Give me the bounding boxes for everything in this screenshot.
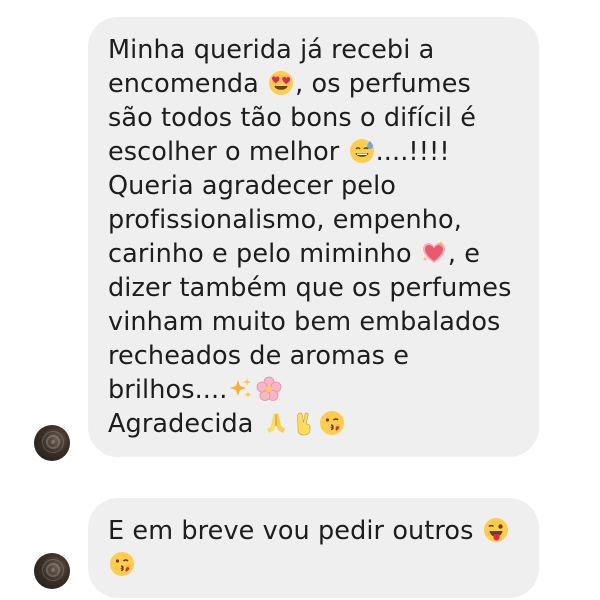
sender-avatar-2[interactable] xyxy=(34,553,70,589)
kissing-wink-emoji xyxy=(319,410,345,436)
message-line xyxy=(108,548,517,582)
message-text: brilhos.... xyxy=(108,375,228,405)
message-line: dizer também que os perfumes xyxy=(108,271,517,305)
message-bubble-1[interactable]: Minha querida já recebi a encomenda , os … xyxy=(88,17,539,457)
folded-hands-emoji xyxy=(263,410,289,436)
message-line: Minha querida já recebi a xyxy=(108,33,517,67)
message-text: , e xyxy=(447,239,481,269)
message-line: escolher o melhor ....!!!! xyxy=(108,135,517,169)
sparkles-emoji xyxy=(228,376,254,402)
message-text: vinham muito bem embalados xyxy=(108,307,501,337)
message-text: carinho e pelo miminho xyxy=(108,239,420,269)
message-line: vinham muito bem embalados xyxy=(108,305,517,339)
message-line: encomenda , os perfumes xyxy=(108,67,517,101)
heart-eyes-emoji xyxy=(268,70,294,96)
message-text: recheados de aromas e xyxy=(108,341,410,371)
message-text: ....!!!! xyxy=(375,137,450,167)
winking-tongue-emoji xyxy=(483,517,509,543)
cherry-blossom-emoji xyxy=(256,376,282,402)
message-text: profissionalismo, empenho, xyxy=(108,205,462,235)
message-text: escolher o melhor xyxy=(108,137,348,167)
message-line: Queria agradecer pelo xyxy=(108,169,517,203)
sender-avatar-1[interactable] xyxy=(34,425,70,461)
message-thread: Minha querida já recebi a encomenda , os … xyxy=(0,0,600,600)
message-text: Agradecida xyxy=(108,409,262,439)
message-text: Queria agradecer pelo xyxy=(108,171,396,201)
sweat-smile-emoji xyxy=(349,138,375,164)
message-line: E em breve vou pedir outros xyxy=(108,514,517,548)
victory-hand-emoji xyxy=(291,410,317,436)
message-text: são todos tão bons o difícil é xyxy=(108,103,477,133)
message-text: E em breve vou pedir outros xyxy=(108,516,482,546)
message-line: recheados de aromas e xyxy=(108,339,517,373)
message-bubble-2[interactable]: E em breve vou pedir outros xyxy=(88,498,539,598)
message-line: carinho e pelo miminho , e xyxy=(108,237,517,271)
message-line: Agradecida xyxy=(108,407,517,441)
message-line: brilhos.... xyxy=(108,373,517,407)
message-text: dizer também que os perfumes xyxy=(108,273,512,303)
kissing-wink-emoji xyxy=(109,551,135,577)
sparkling-heart-emoji xyxy=(421,240,447,266)
message-line: profissionalismo, empenho, xyxy=(108,203,517,237)
message-line: são todos tão bons o difícil é xyxy=(108,101,517,135)
message-text: encomenda xyxy=(108,69,268,99)
message-text: Minha querida já recebi a xyxy=(108,35,435,65)
message-text: , os perfumes xyxy=(295,69,471,99)
